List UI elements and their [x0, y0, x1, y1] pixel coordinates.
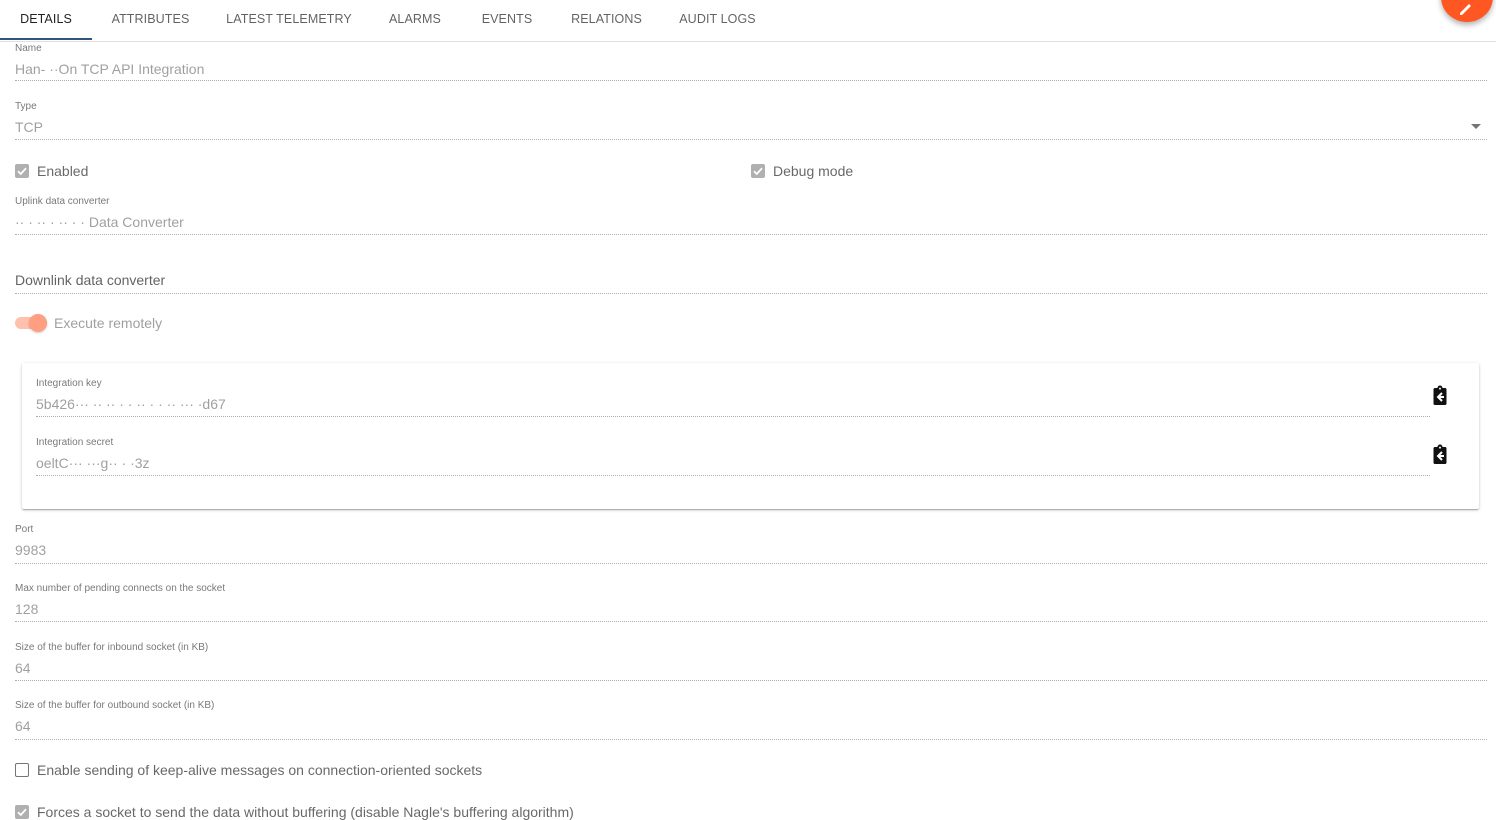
inbound-buffer-value[interactable]: 64 [15, 660, 31, 676]
tab-details[interactable]: DETAILS [0, 0, 92, 41]
integration-secret-underline [36, 475, 1430, 476]
tab-attributes[interactable]: ATTRIBUTES [92, 0, 209, 41]
integration-secret-value[interactable]: oeltC··· ···g·· · ·3z [36, 455, 150, 471]
type-underline [15, 139, 1487, 140]
check-icon [17, 808, 27, 817]
uplink-label: Uplink data converter [15, 196, 110, 207]
downlink-placeholder[interactable]: Downlink data converter [15, 272, 165, 288]
arrow-drop-down-icon[interactable] [1471, 124, 1481, 129]
type-value[interactable]: TCP [15, 119, 43, 135]
enabled-checkbox[interactable]: Enabled [15, 163, 88, 179]
outbound-buffer-label: Size of the buffer for outbound socket (… [15, 700, 215, 711]
keepalive-checkbox[interactable]: Enable sending of keep-alive messages on… [15, 762, 482, 778]
check-icon [753, 167, 763, 176]
keepalive-check-box[interactable] [15, 763, 29, 777]
port-label: Port [15, 524, 34, 535]
debug-mode-checkbox[interactable]: Debug mode [751, 163, 853, 179]
toggle-thumb[interactable] [29, 314, 47, 332]
name-field[interactable]: Name Han- ··On TCP API Integration [15, 42, 1487, 83]
inbound-buffer-field[interactable]: Size of the buffer for inbound socket (i… [15, 641, 1487, 682]
integration-secret-label: Integration secret [36, 437, 114, 448]
downlink-underline [15, 293, 1487, 294]
tab-relations[interactable]: RELATIONS [553, 0, 660, 41]
outbound-buffer-underline [15, 739, 1487, 740]
integration-secret-field[interactable]: Integration secret oeltC··· ···g·· · ·3z [36, 436, 1430, 477]
clipboard-copy-icon [1433, 444, 1447, 464]
enabled-check-box[interactable] [15, 164, 29, 178]
type-select[interactable]: Type TCP [15, 100, 1487, 142]
execute-remotely-label: Execute remotely [54, 315, 163, 331]
uplink-value[interactable]: ·· · ·· · ·· · · Data Converter [15, 214, 184, 230]
check-icon [17, 167, 27, 176]
enabled-label: Enabled [37, 163, 89, 179]
nodelay-label: Forces a socket to send the data without… [37, 804, 574, 820]
port-value[interactable]: 9983 [15, 542, 46, 558]
tab-audit-logs[interactable]: AUDIT LOGS [660, 0, 775, 41]
execute-remotely-toggle[interactable]: Execute remotely [15, 314, 163, 332]
max-pending-underline [15, 621, 1487, 622]
inbound-buffer-underline [15, 680, 1487, 681]
tab-alarms[interactable]: ALARMS [369, 0, 461, 41]
max-pending-label: Max number of pending connects on the so… [15, 583, 226, 594]
name-label: Name [15, 43, 42, 54]
max-pending-value[interactable]: 128 [15, 601, 38, 617]
integration-key-field[interactable]: Integration key 5b426··· ·· ·· · · ·· · … [36, 377, 1430, 418]
port-field[interactable]: Port 9983 [15, 523, 1487, 565]
tab-events[interactable]: EVENTS [461, 0, 553, 41]
name-underline [15, 80, 1487, 81]
outbound-buffer-value[interactable]: 64 [15, 718, 31, 734]
inbound-buffer-label: Size of the buffer for inbound socket (i… [15, 642, 209, 653]
uplink-underline [15, 234, 1487, 235]
tab-latest-telemetry[interactable]: LATEST TELEMETRY [209, 0, 369, 41]
outbound-buffer-field[interactable]: Size of the buffer for outbound socket (… [15, 699, 1487, 741]
integration-key-underline [36, 416, 1430, 417]
edit-icon [1460, 4, 1471, 15]
nodelay-checkbox[interactable]: Forces a socket to send the data without… [15, 804, 574, 820]
tab-ink-bar [0, 38, 92, 40]
downlink-converter-field[interactable]: Downlink data converter [15, 262, 1487, 296]
nodelay-check-box[interactable] [15, 805, 29, 819]
port-underline [15, 563, 1487, 564]
copy-key-button[interactable] [1428, 384, 1452, 408]
name-value[interactable]: Han- ··On TCP API Integration [15, 61, 204, 77]
toggle-track[interactable] [15, 314, 47, 332]
integration-key-value[interactable]: 5b426··· ·· ·· · · ·· · · ·· ··· ·d67 [36, 396, 226, 412]
copy-secret-button[interactable] [1428, 443, 1452, 467]
tab-bar: DETAILS ATTRIBUTES LATEST TELEMETRY ALAR… [0, 0, 1496, 42]
keepalive-label: Enable sending of keep-alive messages on… [37, 762, 483, 778]
clipboard-copy-icon [1433, 385, 1447, 405]
integration-key-label: Integration key [36, 378, 102, 389]
type-label: Type [15, 101, 37, 112]
max-pending-connects-field[interactable]: Max number of pending connects on the so… [15, 582, 1487, 623]
debug-check-box[interactable] [751, 164, 765, 178]
debug-mode-label: Debug mode [773, 163, 854, 179]
credentials-card: Integration key 5b426··· ·· ·· · · ·· · … [22, 363, 1479, 509]
uplink-converter-field[interactable]: Uplink data converter ·· · ·· · ·· · · D… [15, 195, 1487, 237]
